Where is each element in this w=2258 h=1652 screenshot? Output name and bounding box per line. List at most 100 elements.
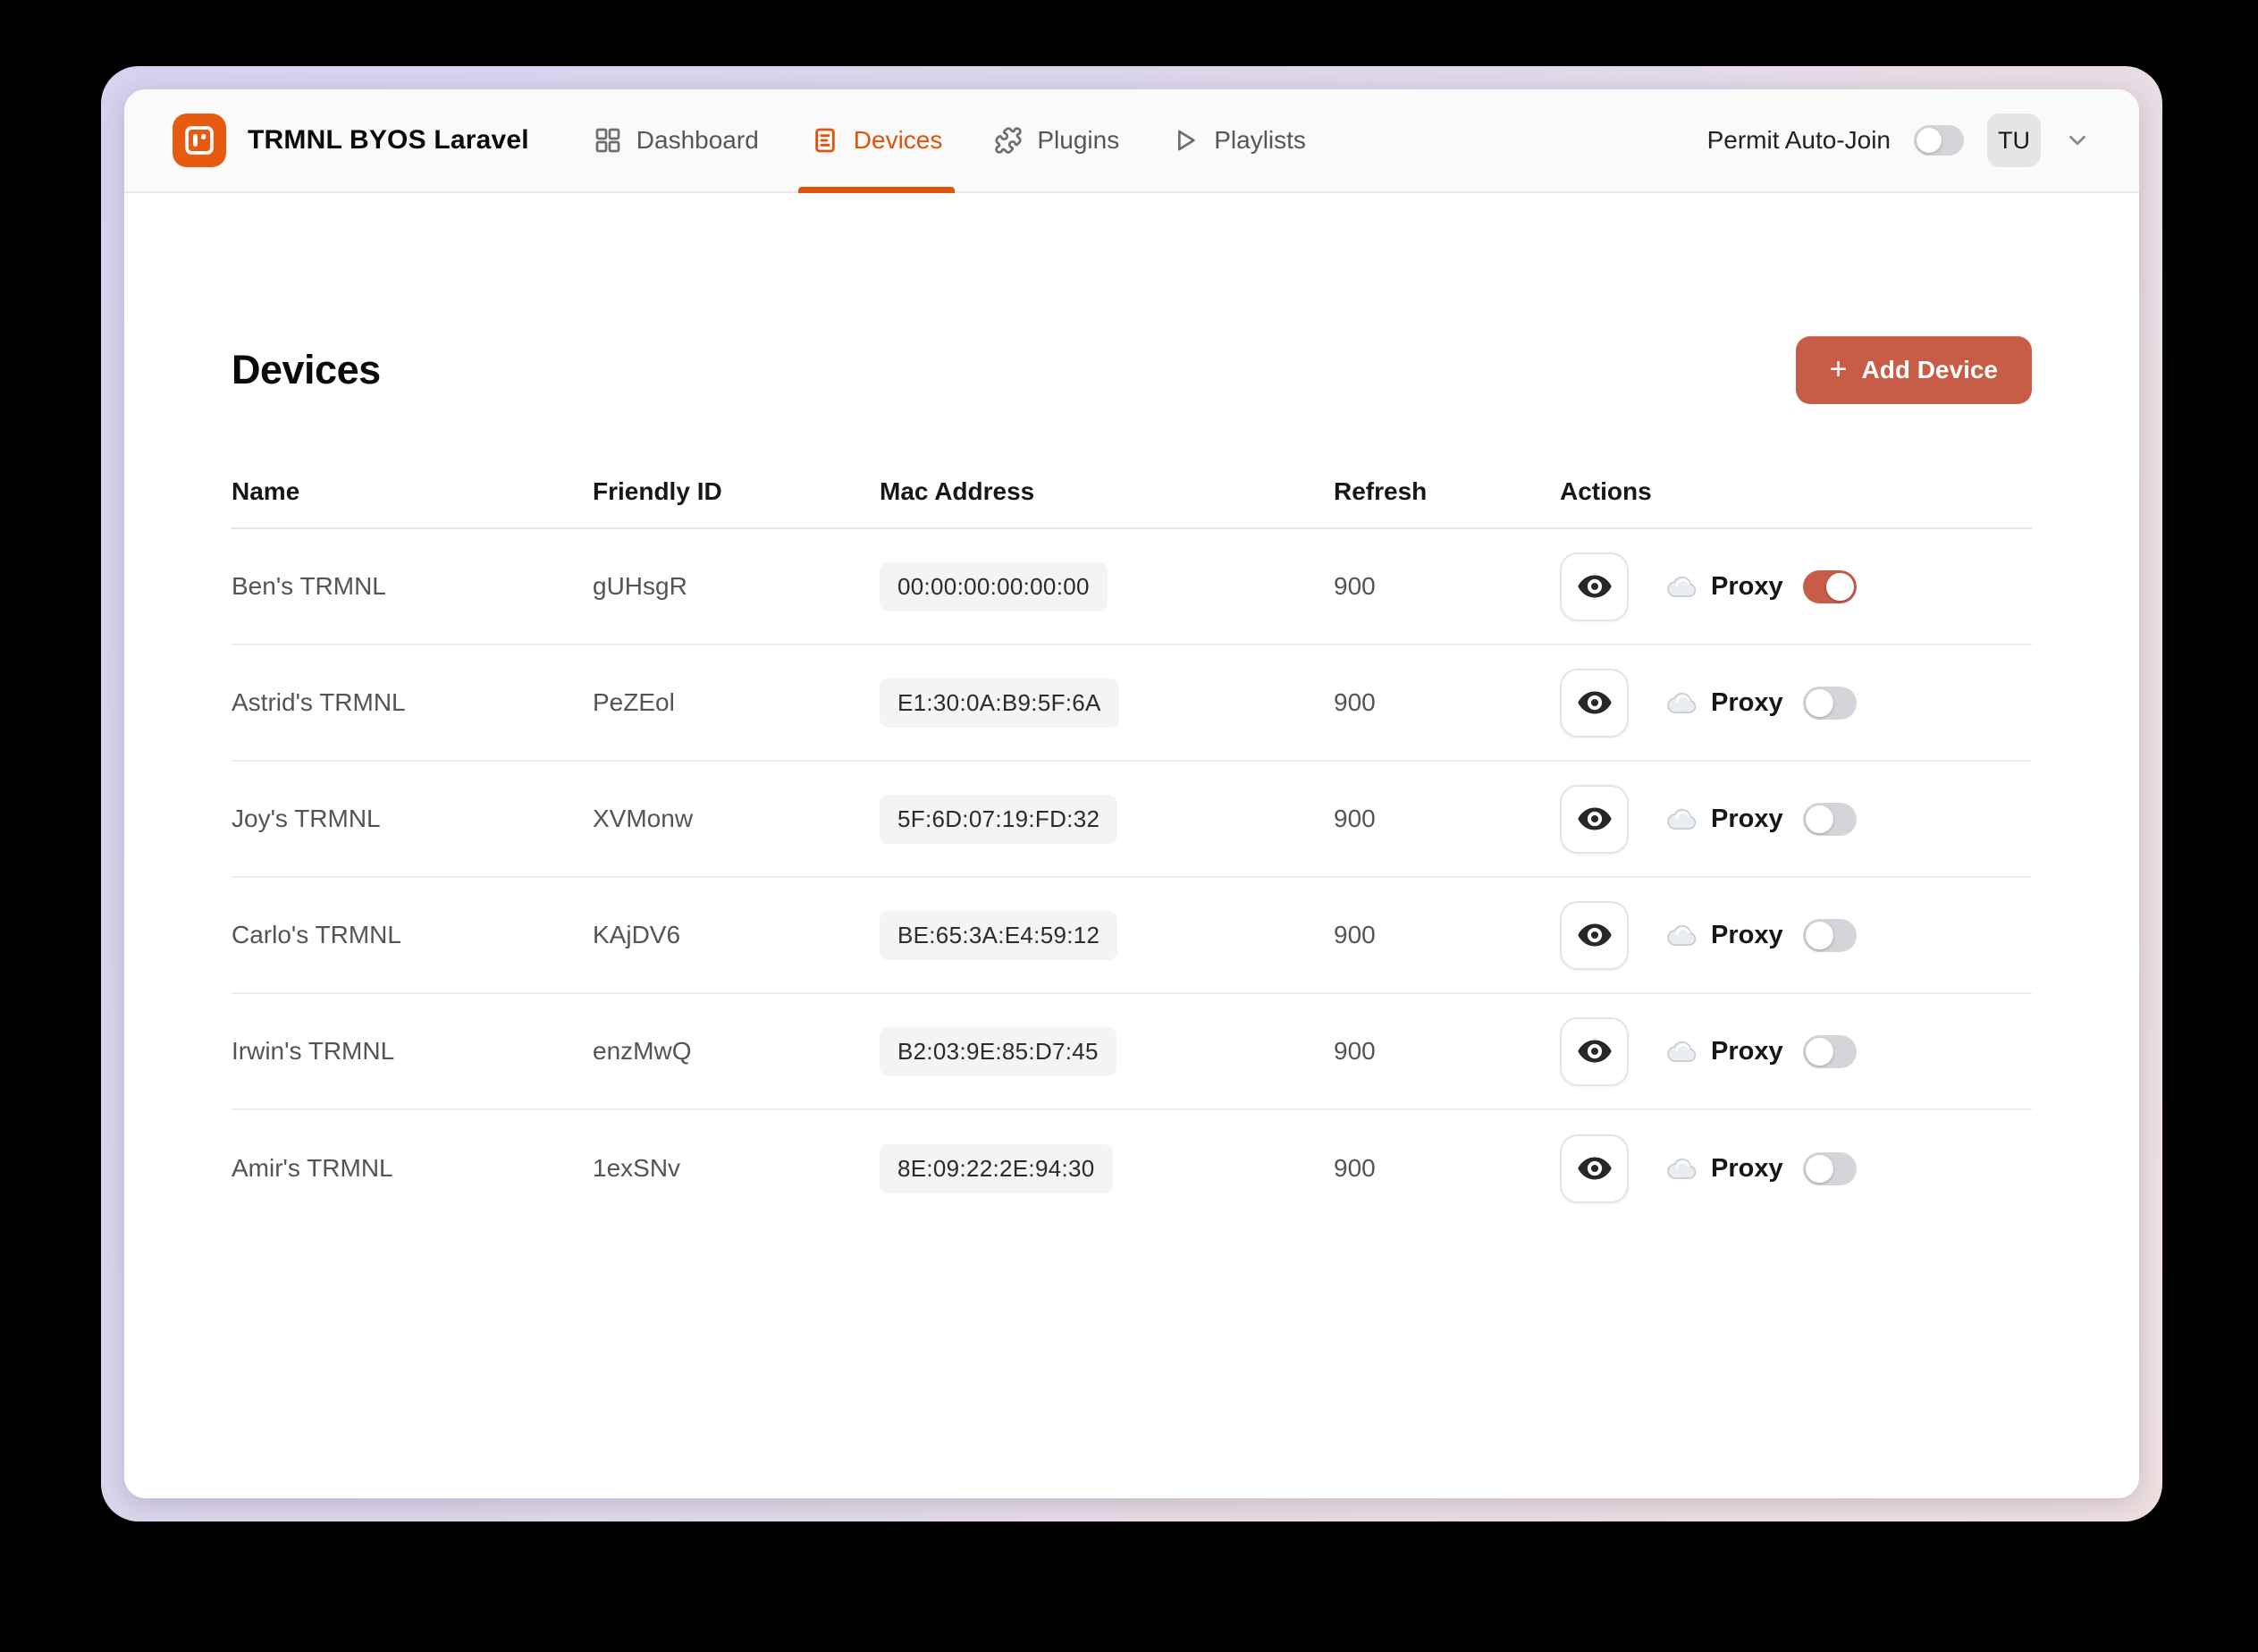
view-device-button[interactable] <box>1560 1016 1629 1086</box>
nav-label: Plugins <box>1037 126 1120 154</box>
play-icon <box>1178 130 1195 151</box>
nav-label: Dashboard <box>636 126 759 154</box>
device-name: Irwin's TRMNL <box>232 1037 395 1065</box>
device-refresh: 900 <box>1334 572 1376 600</box>
proxy-label: Proxy <box>1711 687 1783 717</box>
toggle-knob <box>1805 921 1833 949</box>
eye-icon <box>1577 691 1612 714</box>
main-nav: Dashboard Devices Plugins Playlists <box>581 89 1319 193</box>
column-header-friendly-id: Friendly ID <box>593 477 722 505</box>
device-friendly-id: 1exSNv <box>593 1154 681 1182</box>
devices-table: Name Friendly ID Mac Address Refresh Act… <box>232 456 2032 1226</box>
device-mac-badge: 5F:6D:07:19:FD:32 <box>880 794 1118 844</box>
proxy-label: Proxy <box>1711 1036 1783 1066</box>
column-header-name: Name <box>232 477 300 505</box>
device-actions: Proxy <box>1560 900 2032 970</box>
table-row: Astrid's TRMNL PeZEol E1:30:0A:B9:5F:6A … <box>232 645 2032 762</box>
device-mac-badge: E1:30:0A:B9:5F:6A <box>880 678 1119 728</box>
cloud-icon <box>1666 921 1700 949</box>
device-friendly-id: PeZEol <box>593 688 675 716</box>
proxy-toggle[interactable] <box>1802 1151 1857 1185</box>
avatar-initials: TU <box>1998 126 2030 154</box>
nav-item-devices[interactable]: Devices <box>797 89 956 193</box>
grid-icon <box>595 128 620 153</box>
proxy-label: Proxy <box>1711 571 1783 601</box>
trmnl-logo-icon <box>173 114 226 167</box>
device-name: Astrid's TRMNL <box>232 688 406 716</box>
chevron-down-icon[interactable] <box>2064 127 2091 154</box>
permit-auto-join-toggle[interactable] <box>1914 125 1964 156</box>
device-refresh: 900 <box>1334 688 1376 716</box>
proxy-toggle[interactable] <box>1802 686 1857 720</box>
view-device-button[interactable] <box>1560 784 1629 854</box>
table-body: Ben's TRMNL gUHsgR 00:00:00:00:00:00 900… <box>232 529 2032 1226</box>
proxy-toggle[interactable] <box>1802 802 1857 836</box>
device-friendly-id: enzMwQ <box>593 1037 692 1065</box>
cloud-icon <box>1666 688 1700 717</box>
toggle-knob <box>1917 128 1942 153</box>
device-friendly-id: XVMonw <box>593 805 694 832</box>
eye-icon <box>1577 575 1612 598</box>
nav-item-playlists[interactable]: Playlists <box>1158 89 1319 191</box>
brand: TRMNL BYOS Laravel <box>173 114 529 167</box>
cloud-icon <box>1666 1037 1700 1066</box>
table-row: Joy's TRMNL XVMonw 5F:6D:07:19:FD:32 900… <box>232 762 2032 878</box>
puzzle-icon <box>995 127 1023 154</box>
device-refresh: 900 <box>1334 921 1376 948</box>
device-name: Amir's TRMNL <box>232 1154 393 1182</box>
device-refresh: 900 <box>1334 1037 1376 1065</box>
eye-icon <box>1577 1157 1612 1180</box>
page-title: Devices <box>232 347 381 392</box>
add-device-button[interactable]: + Add Device <box>1795 336 2032 404</box>
column-header-refresh: Refresh <box>1334 477 1428 505</box>
window-frame: TRMNL BYOS Laravel Dashboard Devices Plu… <box>101 66 2162 1521</box>
table-row: Amir's TRMNL 1exSNv 8E:09:22:2E:94:30 90… <box>232 1110 2032 1226</box>
view-device-button[interactable] <box>1560 668 1629 738</box>
device-name: Ben's TRMNL <box>232 572 386 600</box>
device-friendly-id: KAjDV6 <box>593 921 681 948</box>
device-list-icon <box>815 128 835 153</box>
device-actions: Proxy <box>1560 1016 2032 1086</box>
app-window: TRMNL BYOS Laravel Dashboard Devices Plu… <box>124 89 2139 1498</box>
nav-item-plugins[interactable]: Plugins <box>982 89 1132 191</box>
device-actions: Proxy <box>1560 552 2032 621</box>
toggle-knob <box>1805 1037 1833 1066</box>
cloud-icon <box>1666 572 1700 601</box>
nav-label: Devices <box>853 126 943 154</box>
toggle-knob <box>1825 572 1854 601</box>
user-avatar[interactable]: TU <box>1987 114 2041 167</box>
toggle-knob <box>1805 688 1833 717</box>
table-row: Irwin's TRMNL enzMwQ B2:03:9E:85:D7:45 9… <box>232 994 2032 1110</box>
toggle-knob <box>1805 805 1833 833</box>
eye-icon <box>1577 923 1612 947</box>
device-refresh: 900 <box>1334 805 1376 832</box>
view-device-button[interactable] <box>1560 552 1629 621</box>
nav-item-dashboard[interactable]: Dashboard <box>581 89 771 191</box>
device-mac-badge: 00:00:00:00:00:00 <box>880 561 1108 611</box>
add-device-label: Add Device <box>1861 356 1999 384</box>
proxy-label: Proxy <box>1711 804 1783 833</box>
app-title: TRMNL BYOS Laravel <box>248 125 529 155</box>
view-device-button[interactable] <box>1560 900 1629 970</box>
eye-icon <box>1577 1040 1612 1063</box>
device-mac-badge: BE:65:3A:E4:59:12 <box>880 910 1118 960</box>
device-mac-badge: 8E:09:22:2E:94:30 <box>880 1143 1113 1193</box>
view-device-button[interactable] <box>1560 1134 1629 1203</box>
topbar: TRMNL BYOS Laravel Dashboard Devices Plu… <box>124 89 2139 193</box>
proxy-toggle[interactable] <box>1802 569 1857 603</box>
table-row: Ben's TRMNL gUHsgR 00:00:00:00:00:00 900… <box>232 529 2032 645</box>
column-header-actions: Actions <box>1560 477 1652 505</box>
toggle-knob <box>1805 1154 1833 1183</box>
proxy-toggle[interactable] <box>1802 1034 1857 1068</box>
device-name: Carlo's TRMNL <box>232 921 401 948</box>
device-refresh: 900 <box>1334 1154 1376 1182</box>
device-actions: Proxy <box>1560 784 2032 854</box>
cloud-icon <box>1666 805 1700 833</box>
proxy-label: Proxy <box>1711 1153 1783 1183</box>
table-row: Carlo's TRMNL KAjDV6 BE:65:3A:E4:59:12 9… <box>232 878 2032 994</box>
table-header-row: Name Friendly ID Mac Address Refresh Act… <box>232 456 2032 529</box>
plus-icon: + <box>1829 351 1848 386</box>
proxy-toggle[interactable] <box>1802 918 1857 952</box>
page-header: Devices + Add Device <box>232 336 2032 404</box>
permit-auto-join-label: Permit Auto-Join <box>1706 126 1891 154</box>
